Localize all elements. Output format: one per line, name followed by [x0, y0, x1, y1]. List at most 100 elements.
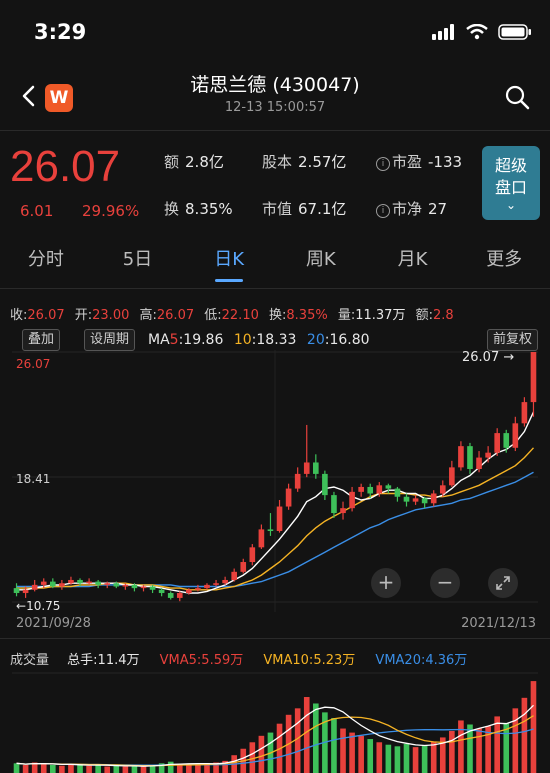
candle [222, 579, 228, 584]
adjust-mode-button[interactable]: 前复权 [486, 329, 538, 351]
stat-pb[interactable]: i 市净 27 [376, 198, 447, 219]
candle [349, 491, 355, 509]
candle [303, 462, 310, 474]
date-start-label: 2021/09/28 [16, 616, 91, 631]
volume-bar [530, 681, 537, 773]
volume-bar [403, 743, 410, 773]
candle [68, 579, 74, 584]
vma20-line [16, 728, 534, 766]
minus-icon: − [436, 570, 454, 594]
chart-min-callout: ←10.75 [16, 599, 61, 613]
volume-bar [421, 745, 428, 773]
wifi-icon [466, 24, 488, 40]
volume-chart[interactable] [12, 672, 538, 773]
stat-share-capital: 股本 2.57亿 [262, 153, 347, 171]
volume-bar [331, 718, 337, 773]
price-change-pct: 29.96% [82, 202, 140, 220]
volume-bar [385, 744, 392, 773]
volume-bar [22, 764, 29, 773]
volume-legend: 成交量 总手:11.4万 VMA5:5.59万 VMA10:5.23万 VMA2… [10, 653, 468, 668]
volume-bar [77, 764, 83, 773]
volume-bar [349, 732, 355, 773]
candle [430, 493, 437, 504]
tab-intraday[interactable]: 分时 [0, 240, 92, 282]
candle [421, 498, 428, 504]
fullscreen-button[interactable] [488, 568, 518, 598]
info-icon: i [376, 204, 390, 218]
volume-bar [312, 703, 319, 773]
candle [95, 581, 101, 585]
candle [439, 485, 446, 494]
tab-daily-k[interactable]: 日K [183, 240, 275, 282]
candle [158, 589, 165, 594]
candle [521, 402, 528, 424]
volume-bar [59, 765, 65, 773]
candle [340, 508, 346, 514]
candle [149, 586, 156, 590]
tab-weekly-k[interactable]: 周K [275, 240, 367, 282]
vma5-line [16, 704, 534, 767]
super-orderbook-button[interactable]: 超级 盘口 ⌄ [482, 146, 540, 220]
overlay-button[interactable]: 叠加 [22, 329, 61, 351]
volume-bar [512, 708, 519, 773]
candle [195, 588, 201, 590]
expand-icon [496, 576, 510, 590]
candle [312, 462, 319, 474]
volume-bar [113, 765, 120, 773]
candle [367, 486, 374, 494]
ohlc-summary: 收:26.07 开:23.00 高:26.07 低:22.10 换:8.35% … [10, 308, 454, 323]
volume-bar [358, 735, 364, 773]
candle [22, 589, 29, 594]
tab-5day[interactable]: 5日 [92, 240, 184, 282]
zoom-in-button[interactable]: + [371, 568, 401, 598]
search-icon[interactable] [504, 84, 530, 110]
tab-monthly-k[interactable]: 月K [367, 240, 459, 282]
volume-bar [86, 765, 92, 773]
date-end-label: 2021/12/13 [461, 616, 536, 631]
candle [467, 446, 473, 470]
candle [86, 581, 92, 584]
candle [140, 586, 147, 589]
candle [113, 583, 120, 587]
zoom-out-button[interactable]: − [430, 568, 460, 598]
last-price: 26.07 [10, 142, 121, 191]
price-change: 6.01 [20, 202, 54, 220]
candlestick-chart[interactable] [12, 350, 538, 612]
candle [394, 488, 401, 497]
candle [59, 583, 65, 587]
candle [376, 485, 383, 494]
candle [331, 495, 337, 514]
candle [294, 473, 301, 489]
candle [213, 583, 219, 585]
candle [485, 452, 491, 458]
candle [503, 433, 510, 448]
candle [458, 446, 464, 468]
volume-bar [340, 728, 346, 773]
volume-bar [13, 763, 20, 773]
status-time: 3:29 [34, 20, 87, 44]
candle [204, 584, 210, 589]
candle [77, 579, 83, 584]
status-icons [432, 24, 532, 40]
volume-bar [186, 764, 192, 773]
chart-max-label: 26.07 [16, 357, 51, 371]
period-tabs: 分时 5日 日K 周K 月K 更多 [0, 240, 550, 282]
candle [476, 457, 482, 470]
battery-icon [498, 24, 531, 40]
volume-bar [140, 766, 147, 773]
candle [40, 581, 47, 585]
candle [131, 584, 138, 589]
stat-pe[interactable]: i 市盈 -133 [376, 151, 462, 172]
stat-turnover-rate: 换 8.35% [164, 200, 233, 218]
candle [530, 352, 537, 403]
volume-bar [430, 741, 437, 773]
set-period-button[interactable]: 设周期 [84, 329, 136, 351]
tab-more[interactable]: 更多 [458, 240, 550, 282]
candle [249, 547, 256, 563]
header-divider [0, 130, 550, 131]
volume-bar [294, 708, 301, 773]
candle [186, 589, 192, 594]
candle [258, 529, 265, 548]
candle [176, 593, 183, 598]
volume-bar [303, 697, 310, 773]
